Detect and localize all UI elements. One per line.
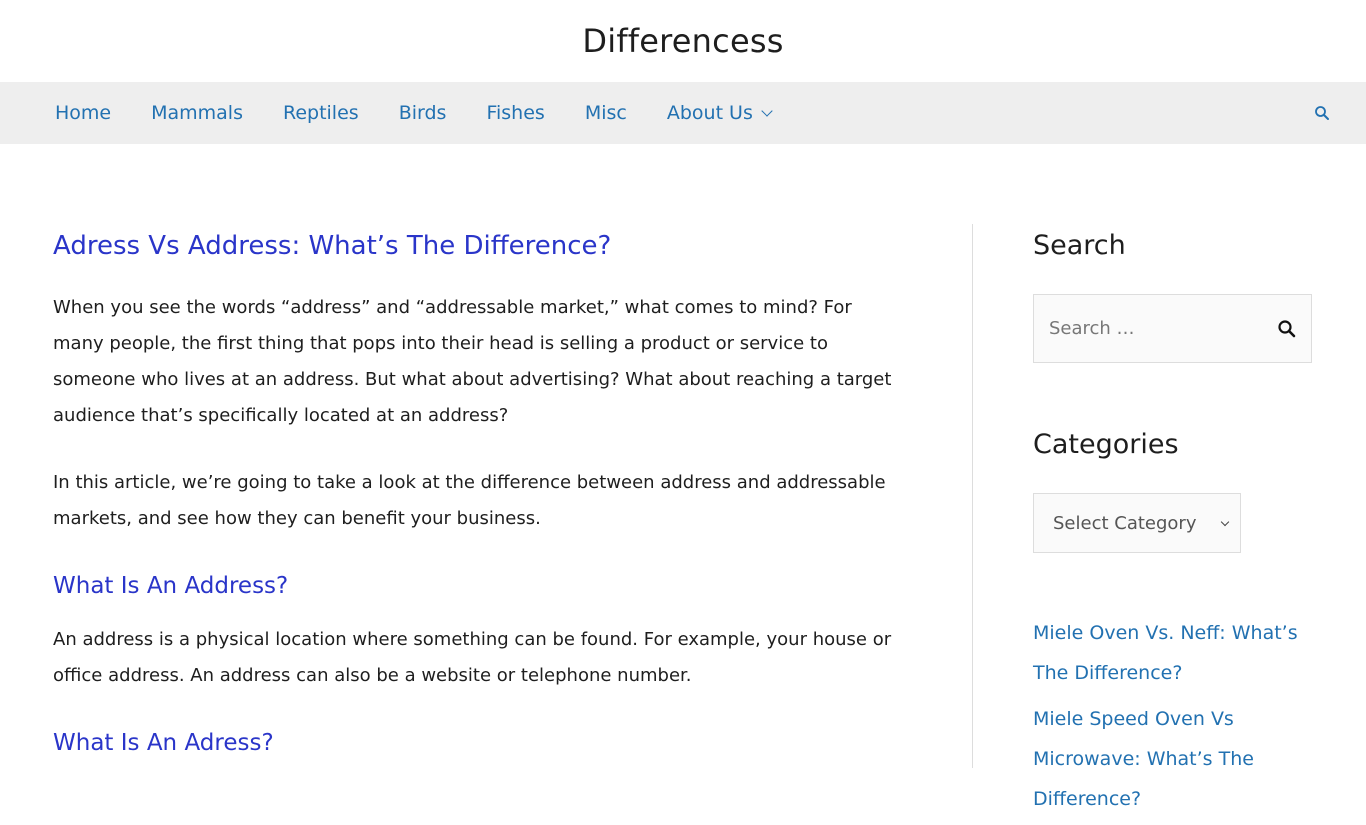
section-heading: What Is An Address?	[53, 573, 289, 599]
nav-label: Reptiles	[282, 102, 359, 124]
site-header: Differencess	[0, 0, 1366, 82]
category-select-value: Select Category	[1053, 512, 1197, 534]
category-select[interactable]: Select Category	[1033, 493, 1241, 553]
nav-label: Misc	[584, 102, 627, 124]
nav-item-birds[interactable]: Birds	[399, 102, 447, 124]
nav-label: About Us	[666, 102, 753, 124]
nav-label: Home	[55, 102, 112, 124]
nav-item-reptiles[interactable]: Reptiles	[283, 102, 359, 124]
sidebar: Search Categories Select Category Miele …	[1033, 224, 1323, 825]
nav-menu: Home Mammals Reptiles Birds Fishes Misc …	[55, 82, 811, 144]
search-submit-icon[interactable]	[1277, 319, 1297, 339]
chevron-down-icon	[1220, 517, 1230, 527]
chevron-down-icon[interactable]	[761, 104, 773, 117]
nav-item-misc[interactable]: Misc	[585, 102, 627, 124]
nav-item-about-us[interactable]: About Us	[666, 102, 773, 124]
search-widget-title: Search	[1033, 230, 1126, 261]
section-heading: What Is An Adress?	[53, 730, 274, 756]
nav-item-home[interactable]: Home	[55, 102, 111, 124]
search-icon[interactable]	[1314, 105, 1330, 121]
nav-item-fishes[interactable]: Fishes	[486, 102, 544, 124]
nav-label: Fishes	[486, 102, 545, 124]
recent-post-link[interactable]: Miele Oven Vs. Neff: What’s The Differen…	[1033, 613, 1323, 693]
search-form	[1033, 294, 1312, 363]
recent-post-link[interactable]: Miele Speed Oven Vs Microwave: What’s Th…	[1033, 699, 1323, 819]
site-title[interactable]: Differencess	[582, 22, 783, 60]
article: Adress Vs Address: What’s The Difference…	[53, 224, 893, 760]
article-paragraph: In this article, we’re going to take a l…	[53, 472, 886, 529]
sidebar-divider	[972, 224, 973, 768]
article-title[interactable]: Adress Vs Address: What’s The Difference…	[53, 224, 893, 268]
nav-label: Birds	[398, 102, 447, 124]
nav-item-mammals[interactable]: Mammals	[151, 102, 243, 124]
article-paragraph: When you see the words “address” and “ad…	[53, 297, 892, 426]
categories-widget-title: Categories	[1033, 429, 1179, 460]
section-paragraph: An address is a physical location where …	[53, 629, 892, 686]
main-navigation: Home Mammals Reptiles Birds Fishes Misc …	[0, 82, 1366, 144]
recent-posts-list: Miele Oven Vs. Neff: What’s The Differen…	[1033, 613, 1323, 819]
nav-label: Mammals	[151, 102, 243, 124]
search-input[interactable]	[1034, 295, 1264, 362]
